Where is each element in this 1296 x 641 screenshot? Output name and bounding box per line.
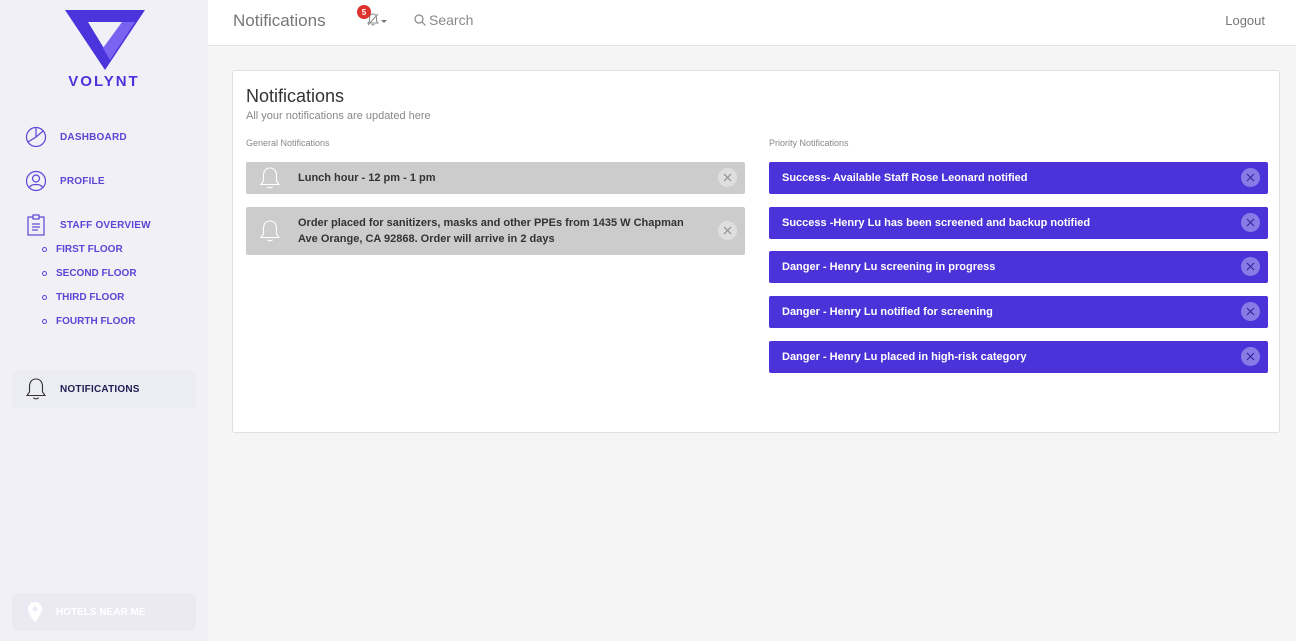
search-button[interactable]: Search — [414, 12, 473, 28]
dismiss-button[interactable] — [1241, 257, 1260, 276]
pie-chart-icon — [24, 125, 48, 149]
brand-name: VOLYNT — [68, 73, 140, 90]
notification-count-badge: 5 — [357, 5, 371, 19]
notification-text: Success -Henry Lu has been screened and … — [782, 217, 1091, 229]
sidebar: VOLYNT DASHBOARD PROFILE STAFF OVERVIEW … — [0, 0, 208, 641]
sidebar-subitem-second-floor[interactable]: SECOND FLOOR — [42, 266, 137, 280]
dismiss-button[interactable] — [718, 168, 737, 187]
bullet-icon — [42, 270, 47, 276]
card-subtitle: All your notifications are updated here — [246, 110, 431, 122]
sidebar-item-staff-overview[interactable]: STAFF OVERVIEW — [12, 206, 196, 244]
notification-text: Danger - Henry Lu placed in high-risk ca… — [782, 351, 1027, 363]
notification-text: Danger - Henry Lu screening in progress — [782, 261, 996, 273]
close-icon — [1246, 218, 1255, 227]
sidebar-subitem-first-floor[interactable]: FIRST FLOOR — [42, 242, 123, 256]
bullet-icon — [42, 294, 47, 300]
user-icon — [24, 169, 48, 193]
logout-button[interactable]: Logout — [1225, 13, 1265, 28]
sidebar-subitem-fourth-floor[interactable]: FOURTH FLOOR — [42, 314, 135, 328]
bell-icon — [259, 220, 281, 242]
notifications-card: Notifications All your notifications are… — [232, 70, 1280, 433]
priority-notification: Danger - Henry Lu placed in high-risk ca… — [769, 341, 1268, 373]
subitem-label: FOURTH FLOOR — [56, 315, 136, 327]
bell-icon — [24, 377, 48, 401]
close-icon — [1246, 352, 1255, 361]
subitem-label: SECOND FLOOR — [56, 267, 137, 279]
subitem-label: THIRD FLOOR — [56, 291, 125, 303]
dismiss-button[interactable] — [1241, 347, 1260, 366]
general-notification: Lunch hour - 12 pm - 1 pm — [246, 162, 745, 194]
bullet-icon — [42, 318, 47, 324]
close-icon — [1246, 262, 1255, 271]
dismiss-button[interactable] — [1241, 213, 1260, 232]
notification-text: Success- Available Staff Rose Leonard no… — [782, 172, 1028, 184]
sidebar-item-label: NOTIFICATIONS — [60, 383, 140, 395]
sidebar-item-dashboard[interactable]: DASHBOARD — [12, 118, 196, 156]
search-icon — [414, 14, 426, 26]
subitem-label: FIRST FLOOR — [56, 243, 123, 255]
notification-text: Danger - Henry Lu notified for screening — [782, 306, 993, 318]
sidebar-item-hotels-near-me[interactable]: HOTELS NEAR ME — [12, 593, 196, 631]
priority-notification: Success -Henry Lu has been screened and … — [769, 207, 1268, 239]
sidebar-item-label: HOTELS NEAR ME — [56, 606, 146, 618]
notification-text: Order placed for sanitizers, masks and o… — [298, 217, 684, 245]
chevron-down-icon — [381, 20, 387, 23]
bullet-icon — [42, 246, 47, 252]
general-notification: Order placed for sanitizers, masks and o… — [246, 207, 745, 255]
page-title: Notifications — [233, 11, 326, 30]
sidebar-item-profile[interactable]: PROFILE — [12, 162, 196, 200]
sidebar-subitem-third-floor[interactable]: THIRD FLOOR — [42, 290, 124, 304]
sidebar-item-label: STAFF OVERVIEW — [60, 219, 151, 231]
sidebar-item-notifications[interactable]: NOTIFICATIONS — [12, 370, 196, 408]
priority-notification: Danger - Henry Lu notified for screening — [769, 296, 1268, 328]
card-title: Notifications — [246, 86, 345, 106]
notifications-dropdown[interactable]: 5 — [357, 5, 392, 34]
priority-notification: Success- Available Staff Rose Leonard no… — [769, 162, 1268, 194]
dismiss-button[interactable] — [718, 221, 737, 240]
priority-notifications-label: Priority Notifications — [769, 138, 849, 148]
clipboard-icon — [24, 213, 48, 237]
dismiss-button[interactable] — [1241, 168, 1260, 187]
dismiss-button[interactable] — [1241, 302, 1260, 321]
close-icon — [723, 173, 732, 182]
general-notifications-label: General Notifications — [246, 138, 330, 148]
priority-notification: Danger - Henry Lu screening in progress — [769, 251, 1268, 283]
close-icon — [1246, 173, 1255, 182]
notification-text: Lunch hour - 12 pm - 1 pm — [298, 172, 436, 184]
map-pin-icon — [28, 602, 42, 622]
close-icon — [1246, 307, 1255, 316]
sidebar-item-label: PROFILE — [60, 175, 105, 187]
bell-icon — [259, 167, 281, 189]
search-label: Search — [429, 12, 474, 28]
top-bar: Notifications 5 Search Logout — [208, 0, 1296, 46]
close-icon — [723, 226, 732, 235]
sidebar-item-label: DASHBOARD — [60, 131, 127, 143]
